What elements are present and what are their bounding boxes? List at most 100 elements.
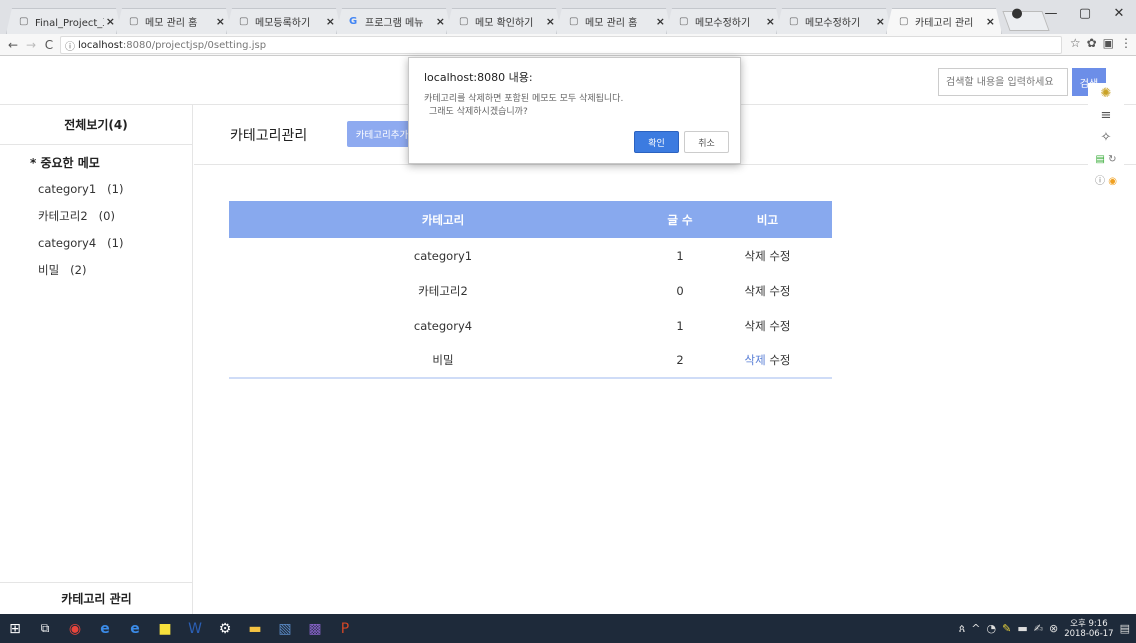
column-header-count: 글 수 (667, 212, 693, 227)
category-name: 비밀 (432, 353, 454, 367)
browser-tab[interactable]: ▢ 메모 확인하기 × (446, 8, 562, 34)
tray-chevron-icon[interactable]: ^ (971, 622, 980, 635)
profile-icon[interactable]: ● (1000, 0, 1034, 26)
add-category-button[interactable]: 카테고리추가 (347, 121, 417, 147)
page-icon: ▢ (679, 16, 689, 27)
page-icon: ▢ (569, 16, 579, 27)
clock[interactable]: 오후 9:16 2018-06-17 (1064, 619, 1113, 639)
bookmark-star-icon[interactable]: ☆ (1070, 36, 1081, 50)
category-name: 카테고리2 (418, 283, 468, 298)
magic-wand-icon[interactable]: ✧ (1088, 127, 1124, 149)
forward-icon[interactable]: → (22, 38, 40, 52)
dialog-message: 카테고리를 삭제하면 포함된 메모도 모두 삭제됩니다. 그래도 삭제하시겠습니… (424, 94, 624, 117)
browser-tab[interactable]: ▢Final_Project_三× (6, 8, 122, 34)
column-header-category: 카테고리 (421, 212, 465, 227)
menu-dots-icon[interactable]: ⋮ (1120, 36, 1132, 50)
browser-tab[interactable]: ▢ 메모수정하기 × (776, 8, 892, 34)
column-header-note: 비고 (756, 212, 779, 227)
ink-icon[interactable]: ✍ (1034, 622, 1043, 635)
category-name: category4 (413, 318, 473, 333)
close-tab-icon[interactable]: × (546, 15, 555, 28)
delete-link[interactable]: 삭제 (745, 249, 766, 263)
windows-start-icon[interactable]: ⊞ (0, 614, 30, 643)
sidebar-item-category[interactable]: 카테고리2 (0) (0, 202, 192, 229)
edit-link[interactable]: 수정 (769, 353, 790, 367)
extension-icon[interactable]: ✿ (1087, 36, 1097, 50)
sidebar-all-view[interactable]: 전체보기(4) (0, 105, 192, 145)
table-row: 카테고리2 0 삭제 수정 (229, 273, 832, 308)
close-tab-icon[interactable]: × (656, 15, 665, 28)
cast-icon[interactable]: ▤ ↻ (1088, 149, 1124, 171)
url-field[interactable]: ⓘ localhost:8080/projectjsp/0setting.jsp (60, 36, 1062, 54)
dialog-ok-button[interactable]: 확인 (634, 131, 679, 153)
close-tab-icon[interactable]: × (436, 15, 445, 28)
table-header-row: 카테고리 글 수 비고 (229, 201, 832, 238)
edit-link[interactable]: 수정 (769, 319, 790, 333)
post-count: 2 (676, 353, 684, 367)
close-window-icon[interactable]: ✕ (1102, 0, 1136, 26)
browser-tab[interactable]: ▢ 메모등록하기 × (226, 8, 342, 34)
pen-icon[interactable]: ✎ (1002, 622, 1011, 635)
chrome-icon[interactable]: ◉ (60, 614, 90, 643)
app-icon[interactable]: ▧ (270, 614, 300, 643)
dialog-cancel-button[interactable]: 취소 (684, 131, 729, 153)
browser-tab[interactable]: ▢ 메모수정하기 × (666, 8, 782, 34)
page-icon: ▢ (459, 16, 469, 27)
visual-studio-icon[interactable]: ▩ (300, 614, 330, 643)
close-tab-icon[interactable]: × (216, 15, 225, 28)
sidebar-category-management[interactable]: 카테고리 관리 (0, 582, 193, 614)
edit-link[interactable]: 수정 (769, 249, 790, 263)
dialog-title: localhost:8080 내용: (424, 71, 533, 84)
maximize-icon[interactable]: ▢ (1068, 0, 1102, 26)
sidebar-item-category[interactable]: 비밀 (2) (0, 256, 192, 283)
volume-icon[interactable]: ⊗ (1049, 622, 1058, 635)
browser-tab[interactable]: ▢ 메모 관리 홈 × (556, 8, 672, 34)
back-icon[interactable]: ← (4, 38, 22, 52)
minimize-icon[interactable]: — (1034, 0, 1068, 26)
close-tab-icon[interactable]: × (326, 15, 335, 28)
network-icon[interactable]: ◔ (987, 622, 997, 635)
browser-tab-active[interactable]: ▢ 카테고리 관리 × (886, 8, 1002, 34)
ie-icon[interactable]: e (120, 614, 150, 643)
hamburger-menu-icon[interactable]: ≡ (1088, 105, 1124, 127)
reload-icon[interactable]: C (40, 38, 58, 52)
info-icon[interactable]: ⓘ (65, 38, 75, 53)
battery-icon[interactable]: ▬ (1017, 622, 1027, 635)
settings-icon[interactable]: ⚙ (210, 614, 240, 643)
page-icon: ▢ (899, 16, 909, 27)
browser-tab[interactable]: G 프로그램 메뉴 × (336, 8, 452, 34)
table-row: category1 1 삭제 수정 (229, 238, 832, 273)
page-icon: ▢ (129, 16, 139, 27)
extension-panel: ✺ ≡ ✧ ▤ ↻ ⓘ ◉ (1088, 83, 1124, 187)
edit-link[interactable]: 수정 (769, 284, 790, 298)
delete-link[interactable]: 삭제 (745, 353, 766, 367)
notification-icon[interactable]: ▤ (1120, 622, 1130, 635)
edge-icon[interactable]: e (90, 614, 120, 643)
delete-link[interactable]: 삭제 (745, 284, 766, 298)
eye-icon[interactable]: ⓘ ◉ (1088, 171, 1124, 193)
browser-tab-bar: ▢Final_Project_三× ▢메모 관리 홈× ▢메모등록하기× G프로… (0, 0, 1136, 34)
sidebar: 전체보기(4) * 중요한 메모 category1 (1) 카테고리2 (0) c… (0, 105, 193, 614)
file-explorer-icon[interactable]: ▬ (240, 614, 270, 643)
extension-gear-icon[interactable]: ✺ (1088, 83, 1124, 105)
page-title: 카테고리관리 (230, 128, 308, 144)
extension-icon[interactable]: ▣ (1103, 36, 1114, 50)
close-tab-icon[interactable]: × (876, 15, 885, 28)
powerpoint-icon[interactable]: P (330, 614, 360, 643)
taskbar: ⊞ ⧉ ◉ e e ■ W ⚙ ▬ ▧ ▩ P ጰ ^ ◔ ✎ ▬ ✍ ⊗ 오후… (0, 614, 1136, 643)
sidebar-item-category[interactable]: category4 (1) (0, 229, 192, 256)
word-icon[interactable]: W (180, 614, 210, 643)
category-name: category1 (413, 248, 473, 263)
browser-tab[interactable]: ▢ 메모 관리 홈 × (116, 8, 232, 34)
close-tab-icon[interactable]: × (766, 15, 775, 28)
kakaotalk-icon[interactable]: ■ (150, 614, 180, 643)
sidebar-important-memo[interactable]: * 중요한 메모 (0, 145, 192, 175)
task-view-icon[interactable]: ⧉ (30, 614, 60, 643)
close-tab-icon[interactable]: × (986, 15, 995, 28)
delete-link[interactable]: 삭제 (745, 319, 766, 333)
address-bar: ← → C ⓘ localhost:8080/projectjsp/0setti… (0, 34, 1136, 56)
sidebar-item-category[interactable]: category1 (1) (0, 175, 192, 202)
people-icon[interactable]: ጰ (959, 622, 966, 636)
close-tab-icon[interactable]: × (106, 15, 115, 28)
search-input[interactable] (938, 68, 1068, 96)
